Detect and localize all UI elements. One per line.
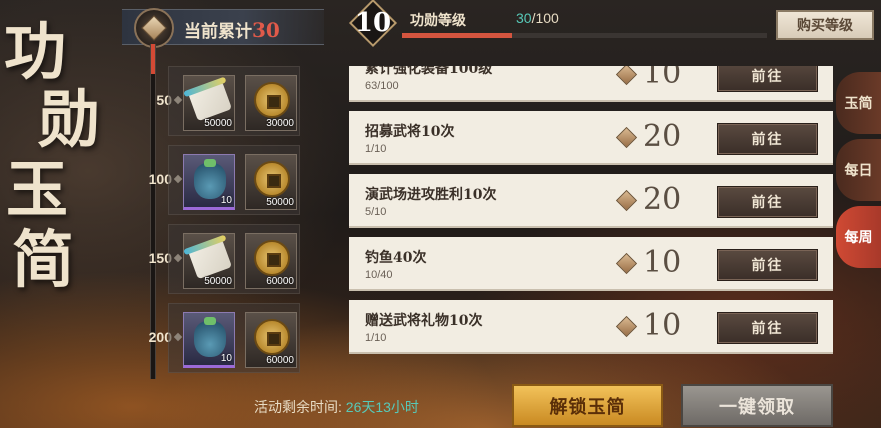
task-reward-amount: 20 (643, 182, 682, 217)
task-row: 钓鱼40次 10/40 10 前往 (349, 237, 833, 291)
bag-icon (194, 317, 226, 357)
task-progress: 5/10 (365, 206, 387, 218)
go-button[interactable]: 前往 (717, 249, 818, 281)
task-reward-amount: 20 (643, 119, 682, 154)
task-row: 演武场进攻胜利10次 5/10 20 前往 (349, 174, 833, 228)
reward-count: 50000 (204, 118, 232, 129)
task-reward-amount: 10 (643, 66, 682, 91)
level-progress-track (402, 33, 767, 38)
token-cube-icon (615, 315, 638, 338)
event-title: 功 勋 玉 简 (0, 20, 110, 292)
coin-icon (254, 82, 290, 118)
task-progress: 1/10 (365, 143, 387, 155)
task-progress: 1/10 (365, 332, 387, 344)
task-row: 赠送武将礼物10次 1/10 10 前往 (349, 300, 833, 354)
level-label: 功勋等级 (410, 13, 466, 29)
go-button[interactable]: 前往 (717, 123, 818, 155)
accumulation-value: 30 (252, 18, 280, 42)
reward-count: 50000 (204, 276, 232, 287)
tier-rewards: 50000 60000 (168, 224, 300, 294)
accumulation-label: 当前累计30 (184, 17, 280, 42)
accumulation-header: 当前累计30 (122, 8, 324, 48)
tier-level: 150 (148, 250, 172, 266)
reward-item[interactable]: 50000 (245, 154, 297, 210)
reward-item[interactable]: 50000 (183, 75, 235, 131)
tier-level: 50 (156, 92, 172, 108)
task-progress: 10/40 (365, 269, 393, 281)
level-progress-max: /100 (531, 10, 559, 26)
task-name: 钓鱼40次 (365, 250, 427, 266)
task-list[interactable]: 累计强化装备100级 63/100 10 前往 招募武将10次 1/10 20 … (349, 66, 833, 356)
tier-level: 100 (148, 171, 172, 187)
merit-level-bar: 10 功勋等级 30/100 (348, 0, 772, 48)
reward-item[interactable]: 60000 (245, 233, 297, 289)
task-row: 招募武将10次 1/10 20 前往 (349, 111, 833, 165)
level-number: 10 (354, 8, 392, 38)
remaining-time-value: 26天13小时 (345, 399, 419, 415)
reward-tier: 200 10 60000 (130, 301, 305, 375)
tier-rewards: 10 50000 (168, 145, 300, 215)
reward-item[interactable]: 60000 (245, 312, 297, 368)
task-row: 累计强化装备100级 63/100 10 前往 (349, 66, 833, 102)
title-char: 勋 (38, 83, 101, 156)
coin-icon (254, 240, 290, 276)
go-button[interactable]: 前往 (717, 186, 818, 218)
reward-count: 50000 (266, 197, 294, 208)
remaining-time: 活动剩余时间: 26天13小时 (254, 397, 419, 417)
level-progress-fill (402, 33, 512, 38)
tab-weekly[interactable]: 每周 (836, 206, 881, 268)
reward-tier: 50 50000 30000 (130, 64, 305, 138)
scroll-icon (187, 238, 233, 280)
token-cube-icon (615, 126, 638, 149)
tab-daily[interactable]: 每日 (836, 139, 881, 201)
token-cube-icon (134, 8, 174, 48)
bag-icon (194, 159, 226, 199)
title-char: 功 (4, 15, 67, 88)
task-reward-amount: 10 (643, 308, 682, 343)
token-cube-icon (615, 252, 638, 275)
go-button[interactable]: 前往 (717, 312, 818, 344)
task-reward-amount: 10 (643, 245, 682, 280)
reward-item[interactable]: 10 (183, 154, 235, 210)
task-progress: 63/100 (365, 80, 399, 92)
tier-rewards: 10 60000 (168, 303, 300, 373)
level-progress-text: 30/100 (516, 10, 559, 26)
go-button[interactable]: 前往 (717, 66, 818, 92)
unlock-jade-slip-button[interactable]: 解锁玉简 (512, 384, 663, 427)
task-name: 招募武将10次 (365, 124, 455, 140)
reward-count: 60000 (266, 355, 294, 366)
token-cube-icon (615, 189, 638, 212)
reward-tier: 150 50000 60000 (130, 222, 305, 296)
token-cube-icon (615, 66, 638, 86)
coin-icon (254, 319, 290, 355)
reward-item[interactable]: 30000 (245, 75, 297, 131)
remaining-time-label: 活动剩余时间: (254, 399, 342, 415)
reward-tier: 100 10 50000 (130, 143, 305, 217)
tier-rewards: 50000 30000 (168, 66, 300, 136)
task-name: 累计强化装备100级 (365, 66, 493, 77)
reward-item[interactable]: 10 (183, 312, 235, 368)
level-progress-current: 30 (516, 10, 532, 26)
reward-item[interactable]: 50000 (183, 233, 235, 289)
accumulation-text: 当前累计 (184, 22, 252, 42)
tab-jade-slip[interactable]: 玉简 (836, 72, 881, 134)
reward-count: 10 (220, 353, 232, 364)
task-name: 赠送武将礼物10次 (365, 313, 483, 329)
title-char: 玉 (6, 153, 69, 226)
buy-level-button[interactable]: 购买等级 (776, 10, 874, 40)
task-name: 演武场进攻胜利10次 (365, 187, 497, 203)
claim-all-button[interactable]: 一键领取 (681, 384, 833, 427)
coin-icon (254, 161, 290, 197)
reward-count: 60000 (266, 276, 294, 287)
title-char: 简 (12, 223, 75, 296)
reward-count: 10 (220, 195, 232, 206)
reward-count: 30000 (266, 118, 294, 129)
tier-level: 200 (148, 329, 172, 345)
scroll-icon (187, 80, 233, 122)
